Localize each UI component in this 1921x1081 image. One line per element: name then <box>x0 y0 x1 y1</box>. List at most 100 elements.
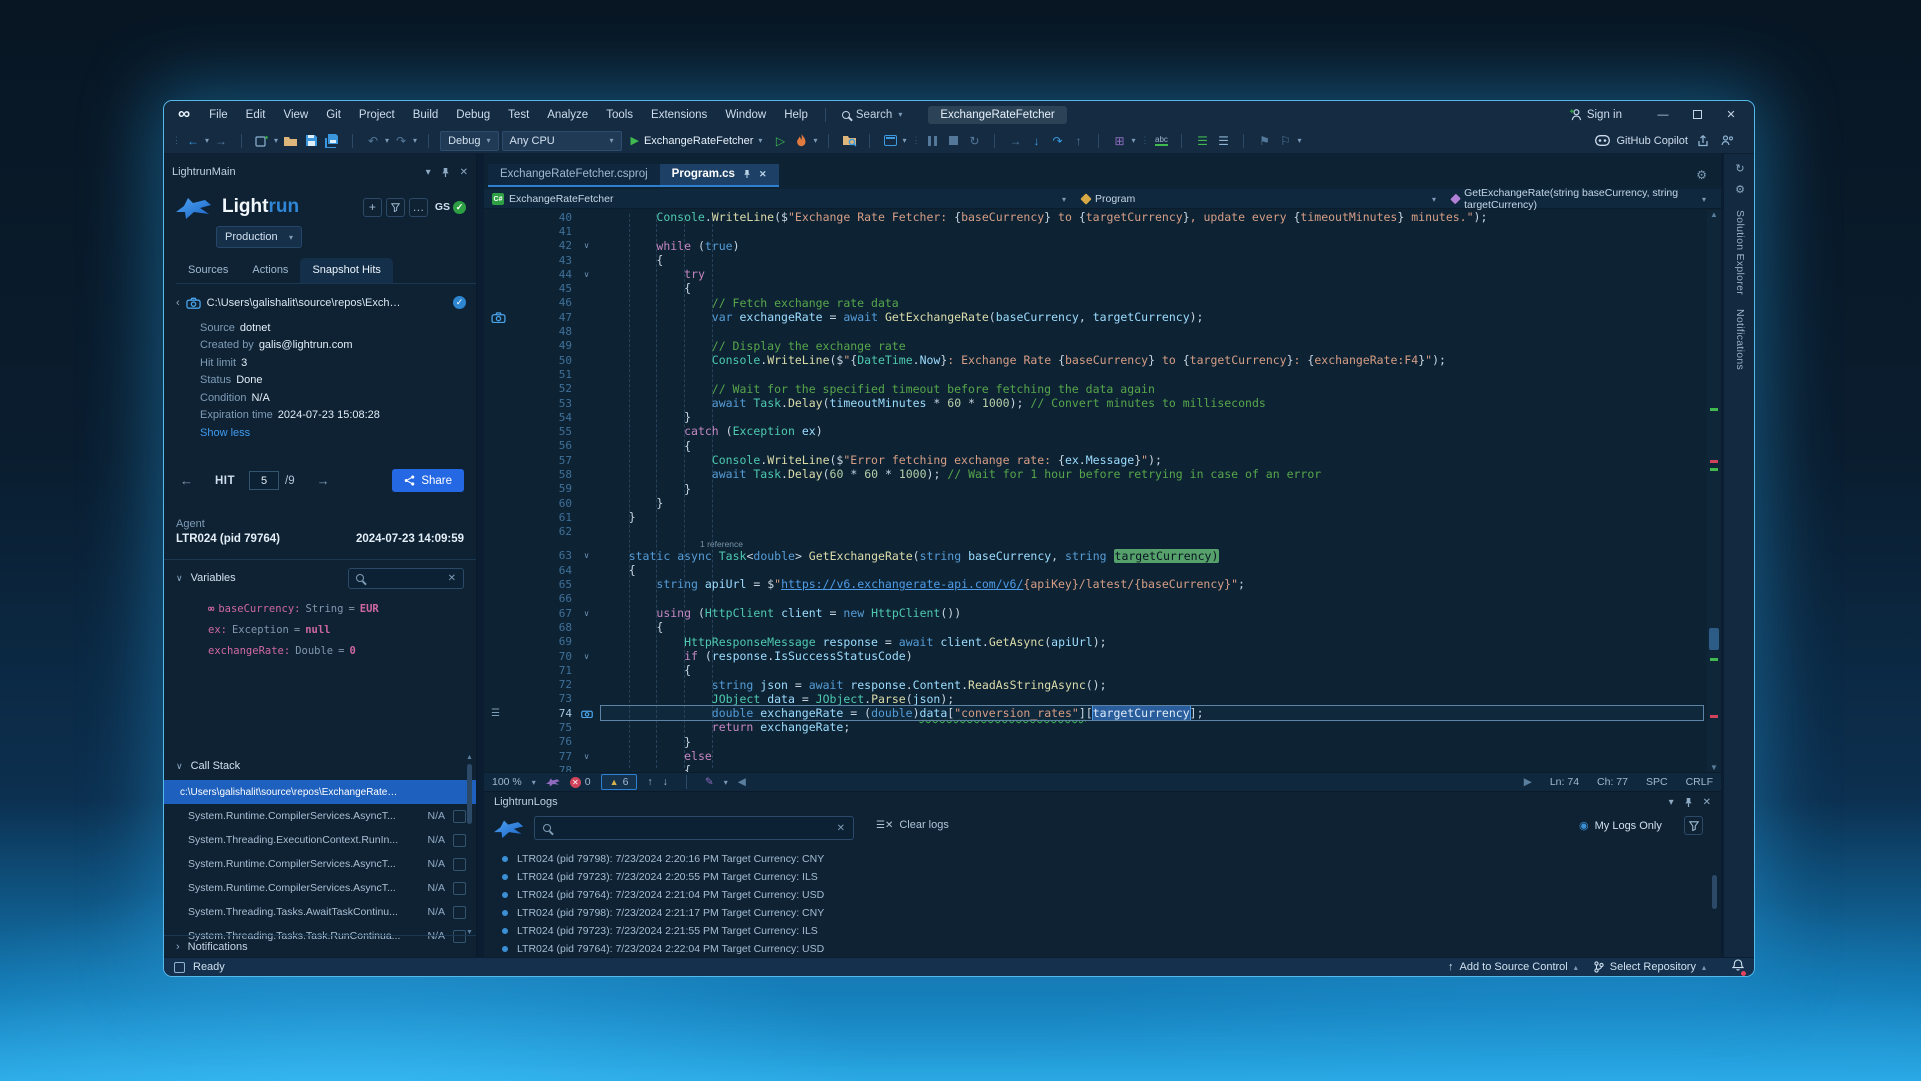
menu-extensions[interactable]: Extensions <box>642 106 716 124</box>
code-text[interactable]: } <box>601 510 1703 524</box>
step-over-button[interactable]: ↷ <box>1048 131 1066 151</box>
next-issue-button[interactable]: ↓ <box>663 776 668 788</box>
pause-button[interactable] <box>923 131 941 151</box>
code-text[interactable]: // Display the exchange rate <box>601 339 1703 353</box>
sync-icon[interactable]: ↻ <box>1735 162 1744 175</box>
stack-frame[interactable]: System.Threading.ExecutionContext.RunIn.… <box>164 828 476 852</box>
column-indicator[interactable]: Ch: 77 <box>1597 776 1628 788</box>
stack-frame[interactable]: System.Runtime.CompilerServices.AsyncT..… <box>164 804 476 828</box>
menu-tools[interactable]: Tools <box>597 106 642 124</box>
line-indicator[interactable]: Ln: 74 <box>1550 776 1579 788</box>
undo-button[interactable]: ↶ <box>364 131 382 151</box>
code-line-60[interactable]: 60 } <box>484 496 1721 510</box>
stack-frame[interactable]: System.Runtime.CompilerServices.AsyncT..… <box>164 852 476 876</box>
code-text[interactable]: { <box>601 620 1703 634</box>
logs-scrollbar[interactable] <box>1711 847 1718 947</box>
save-button[interactable] <box>302 131 320 151</box>
tab-program-cs[interactable]: Program.cs ✕ <box>660 164 779 185</box>
pin-icon[interactable] <box>743 169 751 179</box>
open-folder-button[interactable] <box>281 131 299 151</box>
line-number[interactable]: 58 <box>524 468 572 481</box>
new-project-button[interactable] <box>253 131 271 151</box>
code-line-59[interactable]: 59 } <box>484 482 1721 496</box>
line-number[interactable]: 73 <box>524 692 572 705</box>
active-document-pill[interactable]: ExchangeRateFetcher <box>928 106 1066 124</box>
lightrun-mini-logo-icon[interactable] <box>546 776 560 788</box>
code-line-61[interactable]: 61 } <box>484 510 1721 524</box>
code-text[interactable]: string json = await response.Content.Rea… <box>601 678 1703 692</box>
code-text[interactable] <box>601 525 1703 539</box>
log-entry[interactable]: LTR024 (pid 79798): 7/23/2024 2:20:16 PM… <box>484 850 1721 868</box>
clear-search-icon[interactable]: ✕ <box>837 823 845 834</box>
navigate-forward-button[interactable]: → <box>212 131 230 151</box>
callstack-scrollbar[interactable]: ▲ ▼ <box>465 754 474 936</box>
code-line-73[interactable]: 73 JObject data = JObject.Parse(json); <box>484 692 1721 706</box>
chevron-down-icon[interactable]: ▾ <box>902 136 906 145</box>
show-less-link[interactable]: Show less <box>200 427 466 439</box>
tab-exchangeratefetcher-csproj[interactable]: ExchangeRateFetcher.csproj <box>488 164 660 185</box>
hit-index-input[interactable]: 5 <box>249 471 279 490</box>
line-number[interactable]: 50 <box>524 354 572 367</box>
code-text[interactable]: while (true) <box>601 239 1703 253</box>
line-number[interactable]: 67 <box>524 607 572 620</box>
show-output-button[interactable] <box>881 131 899 151</box>
code-text[interactable] <box>601 367 1703 381</box>
line-number[interactable]: 48 <box>524 325 572 338</box>
code-line-49[interactable]: 49 // Display the exchange rate <box>484 339 1721 353</box>
code-text[interactable]: Console.WriteLine($"Exchange Rate Fetche… <box>601 210 1703 224</box>
code-line-76[interactable]: 76 } <box>484 735 1721 749</box>
code-text[interactable]: HttpResponseMessage response = await cli… <box>601 635 1703 649</box>
fold-indicator[interactable]: ∨ <box>572 609 601 618</box>
chevron-down-icon[interactable]: ▾ <box>813 136 817 145</box>
breadcrumb-member[interactable]: GetExchangeRate(string baseCurrency, str… <box>1452 189 1721 209</box>
code-text[interactable]: await Task.Delay(60 * 60 * 1000); // Wai… <box>601 467 1703 481</box>
line-number[interactable]: 65 <box>524 578 572 591</box>
window-position-dropdown-icon[interactable]: ▾ <box>426 167 431 178</box>
save-all-button[interactable] <box>323 131 341 151</box>
restart-button[interactable]: ↻ <box>965 131 983 151</box>
previous-hit-button[interactable]: ← <box>180 473 193 488</box>
chevron-down-icon[interactable]: ▾ <box>1062 189 1066 209</box>
select-repository-button[interactable]: Select Repository ▴ <box>1594 961 1706 973</box>
find-in-files-button[interactable] <box>840 131 858 151</box>
code-text[interactable]: return exchangeRate; <box>601 720 1703 734</box>
breadcrumb-project[interactable]: C# ExchangeRateFetcher <box>492 189 613 209</box>
snapshot-camera-icon[interactable] <box>491 312 506 323</box>
line-number[interactable]: 61 <box>524 511 572 524</box>
platform-dropdown[interactable]: Any CPU ▾ <box>502 131 622 151</box>
menu-project[interactable]: Project <box>350 106 404 124</box>
code-line-74[interactable]: ☰74 double exchangeRate = (double)data["… <box>484 706 1721 720</box>
code-line-71[interactable]: 71 { <box>484 663 1721 677</box>
code-line-53[interactable]: 53 await Task.Delay(timeoutMinutes * 60 … <box>484 396 1721 410</box>
code-line-58[interactable]: 58 await Task.Delay(60 * 60 * 1000); // … <box>484 467 1721 481</box>
line-number[interactable]: 40 <box>524 211 572 224</box>
toolbar-grip[interactable]: ⋮ <box>1140 135 1147 146</box>
code-text[interactable]: // Wait for the specified timeout before… <box>601 382 1703 396</box>
code-text[interactable]: var exchangeRate = await GetExchangeRate… <box>601 310 1703 324</box>
menu-analyze[interactable]: Analyze <box>538 106 597 124</box>
step-out-button[interactable]: ↑ <box>1069 131 1087 151</box>
snapshot-path[interactable]: C:\Users\galishalit\source\repos\Exchang… <box>207 297 403 309</box>
codelens-references[interactable]: 1 reference <box>484 539 1721 549</box>
code-line-66[interactable]: 66 <box>484 592 1721 606</box>
log-entry[interactable]: LTR024 (pid 79798): 7/23/2024 2:21:17 PM… <box>484 904 1721 922</box>
scrollbar-thumb[interactable] <box>1712 875 1717 909</box>
warning-count[interactable]: ▲ 6 <box>601 774 638 790</box>
line-number[interactable]: 72 <box>524 678 572 691</box>
code-text[interactable]: } <box>601 735 1703 749</box>
code-text[interactable] <box>601 592 1703 606</box>
window-position-dropdown-icon[interactable]: ▾ <box>1669 797 1674 808</box>
chevron-down-icon[interactable]: ▾ <box>724 778 728 787</box>
code-text[interactable]: { <box>601 563 1703 577</box>
code-line-47[interactable]: 47 var exchangeRate = await GetExchangeR… <box>484 310 1721 324</box>
live-share-button[interactable] <box>1718 131 1736 151</box>
code-line-40[interactable]: 40 Console.WriteLine($"Exchange Rate Fet… <box>484 210 1721 224</box>
logs-filter-button[interactable] <box>1684 816 1703 835</box>
line-number[interactable]: 70 <box>524 650 572 663</box>
menu-debug[interactable]: Debug <box>447 106 499 124</box>
gear-icon[interactable]: ⚙ <box>1696 168 1707 182</box>
pin-icon[interactable] <box>1684 797 1693 808</box>
variable-row[interactable]: ∞baseCurrency:String=EUR <box>208 598 476 619</box>
show-next-statement-button[interactable]: → <box>1006 131 1024 151</box>
maximize-button[interactable] <box>1682 104 1712 126</box>
